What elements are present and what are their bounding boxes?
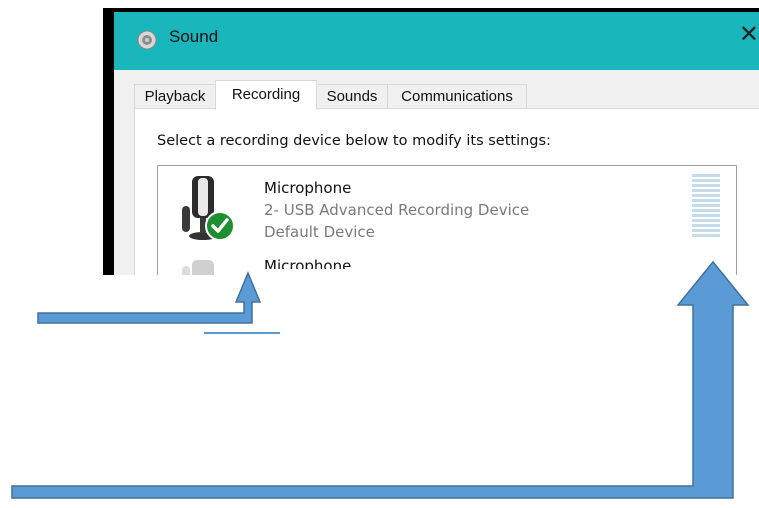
arrow-to-check-icon-shape [37,271,262,324]
annotation-arrows [11,260,750,499]
arrow-to-check-icon [38,272,258,318]
tab-recording[interactable]: Recording [215,80,317,110]
arrow-to-level-meter [11,260,750,499]
highlight-underline [204,332,280,334]
